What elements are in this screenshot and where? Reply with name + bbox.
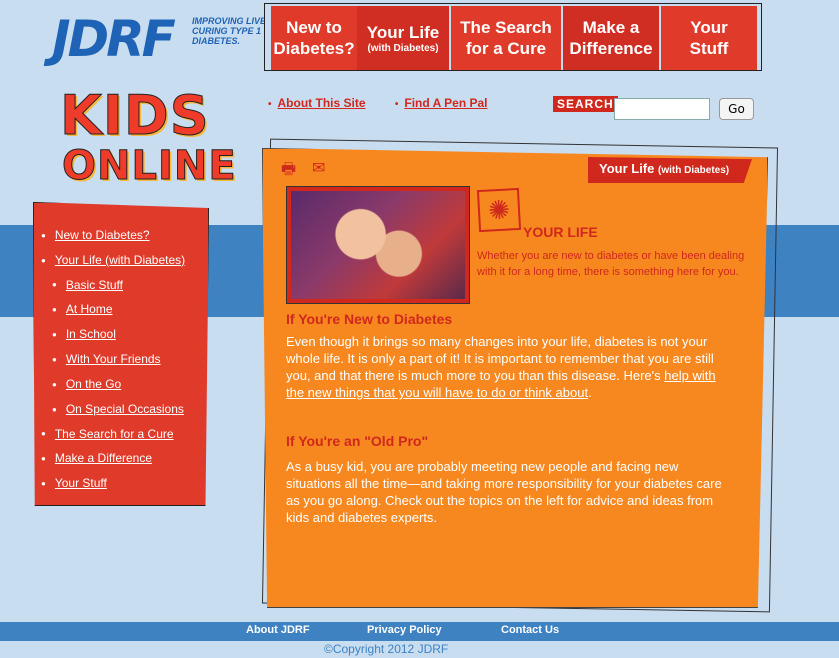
footer-links: About JDRF Privacy Policy Contact Us — [0, 624, 839, 640]
left-nav-item: ● On the Go — [34, 372, 208, 397]
bullet-icon: ● — [52, 354, 57, 364]
left-nav-item: ● Basic Stuff — [34, 273, 208, 298]
left-nav-item: ● With Your Friends — [34, 347, 208, 372]
left-nav-link[interactable]: At Home — [66, 302, 113, 316]
bullet-icon: ● — [41, 479, 46, 489]
nav-label: Make a — [582, 18, 640, 37]
left-nav-item: ● New to Diabetes? — [34, 223, 208, 248]
nav-new-to-diabetes[interactable]: New to Diabetes? — [271, 6, 357, 70]
left-nav-item: ● In School — [34, 322, 208, 347]
contact-us-link[interactable]: Contact Us — [501, 624, 559, 636]
left-nav-link[interactable]: On Special Occasions — [66, 402, 184, 416]
bullet-icon: ● — [41, 255, 46, 265]
section-tag: Your Life (with Diabetes) — [588, 157, 752, 183]
top-navigation: New to Diabetes? Your Life (with Diabete… — [264, 3, 762, 71]
bullet-icon: ● — [52, 280, 57, 290]
nav-make-a-difference[interactable]: Make a Difference — [563, 6, 659, 70]
secondary-links: • About This Site • Find A Pen Pal — [268, 96, 514, 110]
nav-label: New to — [286, 18, 342, 37]
left-nav-item: ● On Special Occasions — [34, 397, 208, 422]
bullet-icon: ● — [52, 379, 57, 389]
left-nav-link[interactable]: The Search for a Cure — [55, 427, 174, 441]
bullet-icon: ● — [41, 429, 46, 439]
nav-search-for-cure[interactable]: The Search for a Cure — [451, 6, 561, 70]
section-tag-label: Your Life — [599, 161, 655, 176]
bullet-icon: ● — [52, 330, 57, 340]
nav-label: The Search — [460, 18, 552, 37]
find-pen-pal-link[interactable]: Find A Pen Pal — [404, 96, 487, 110]
left-nav-item: ● The Search for a Cure — [34, 422, 208, 447]
bullet-icon: ● — [52, 305, 57, 315]
about-this-site-link[interactable]: About This Site — [278, 96, 366, 110]
section-description: Whether you are new to diabetes or have … — [477, 250, 745, 278]
nav-your-life[interactable]: Your Life (with Diabetes) — [357, 6, 449, 70]
paragraph-end: . — [588, 385, 592, 400]
kids-logo-line2: ONLINE — [62, 143, 237, 189]
section-title: YOUR LIFE — [523, 224, 598, 240]
nav-label: Your — [690, 18, 728, 37]
logo-wordmark: JDRF — [52, 10, 176, 68]
left-nav-item: ● Your Life (with Diabetes) — [34, 248, 208, 273]
nav-label: Your Life — [366, 22, 440, 42]
nav-sublabel: (with Diabetes) — [367, 42, 439, 54]
heading-new-to-diabetes: If You're New to Diabetes — [286, 311, 453, 327]
bullet-icon: ● — [41, 230, 46, 240]
bullet-icon: ● — [41, 454, 46, 464]
left-nav-link[interactable]: New to Diabetes? — [55, 228, 150, 242]
nav-label: Stuff — [689, 39, 729, 58]
left-nav-link[interactable]: In School — [66, 327, 116, 341]
left-nav-link[interactable]: Basic Stuff — [66, 278, 123, 292]
left-nav-list: ● New to Diabetes? ● Your Life (with Diabet… — [34, 203, 208, 496]
sun-icon: ✺ — [476, 187, 522, 233]
left-nav-link[interactable]: Your Life (with Diabetes) — [55, 253, 185, 267]
left-nav-link[interactable]: With Your Friends — [66, 352, 161, 366]
paragraph-text: Even though it brings so many changes in… — [286, 334, 714, 383]
left-nav-link[interactable]: Make a Difference — [55, 451, 152, 465]
go-button[interactable]: Go — [719, 98, 754, 120]
nav-label: Difference — [569, 39, 653, 58]
left-nav-link[interactable]: On the Go — [66, 377, 121, 391]
left-nav-item: ● At Home — [34, 297, 208, 322]
bullet-icon: • — [268, 99, 272, 110]
nav-label: Diabetes? — [273, 39, 355, 58]
section-tag-sublabel: (with Diabetes) — [658, 165, 730, 176]
privacy-policy-link[interactable]: Privacy Policy — [367, 624, 442, 636]
left-nav-link[interactable]: Your Stuff — [55, 476, 107, 490]
kids-logo-line1: KIDS — [60, 84, 210, 147]
search-input[interactable] — [614, 98, 710, 120]
nav-your-stuff[interactable]: Your Stuff — [661, 6, 757, 70]
heading-old-pro: If You're an "Old Pro" — [286, 433, 429, 449]
photo-frame — [286, 186, 470, 304]
left-nav-item: ● Make a Difference — [34, 446, 208, 471]
left-navigation: ● New to Diabetes? ● Your Life (with Diabet… — [33, 202, 209, 506]
about-jdrf-link[interactable]: About JDRF — [246, 624, 310, 636]
copyright: ©Copyright 2012 JDRF — [324, 642, 449, 656]
paragraph-new-to-diabetes: Even though it brings so many changes in… — [286, 333, 736, 401]
left-nav-item: ● Your Stuff — [34, 471, 208, 496]
email-icon[interactable]: ✉ — [312, 158, 325, 178]
print-icon[interactable]: 🖶 — [281, 158, 296, 185]
bullet-icon: • — [394, 99, 399, 110]
kids-online-logo[interactable]: KIDS ONLINE — [60, 84, 237, 189]
search-label: SEARCH — [553, 96, 618, 112]
nav-label: for a Cure — [465, 39, 547, 58]
bullet-icon: ● — [52, 404, 57, 414]
paragraph-old-pro: As a busy kid, you are probably meeting … — [286, 459, 722, 525]
kids-photo — [291, 191, 465, 299]
